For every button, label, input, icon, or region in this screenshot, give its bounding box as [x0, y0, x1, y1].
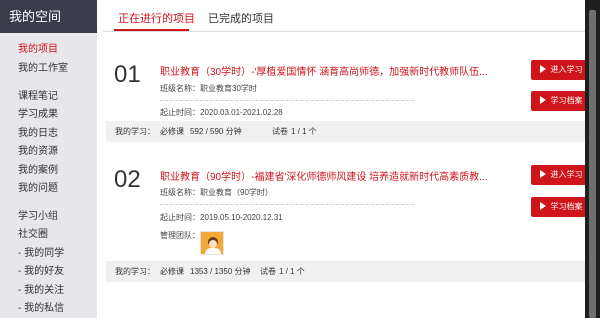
enter-study-button[interactable]: 进入学习: [531, 165, 591, 185]
sidebar-item-learning-results[interactable]: 学习成果: [18, 109, 58, 121]
project-number: 01: [114, 61, 141, 88]
play-icon: [539, 169, 546, 178]
sidebar-item-my-projects[interactable]: 我的项目: [18, 44, 58, 56]
enter-study-button[interactable]: 进入学习: [531, 60, 591, 80]
class-name: 班级名称：职业教育（90学时）: [160, 188, 273, 197]
enter-study-label: 进入学习: [550, 170, 583, 179]
exam-value: 1 / 1 个: [279, 267, 305, 276]
project-title-link[interactable]: 职业教育（90学时）-福建省'深化师德师风建设 培养造就新时代高素质教...: [160, 168, 490, 183]
sidebar-title: 我的空间: [0, 0, 97, 33]
play-icon: [539, 95, 546, 104]
enter-study-label: 进入学习: [550, 65, 583, 74]
required-label: 必修课: [160, 127, 184, 136]
study-archive-label: 学习档案: [550, 202, 583, 211]
scrollbar-thumb[interactable]: [589, 10, 596, 318]
team-label: 管理团队：: [160, 231, 200, 240]
required-value: 1353 / 1350 分钟: [190, 267, 251, 276]
sidebar: 我的空间 我的项目 我的工作室 课程笔记 学习成果 我的日志 我的资源 我的案例…: [0, 0, 97, 318]
project-period: 起止时间：2020.03.01-2021.02.28: [160, 108, 283, 117]
tab-divider: [103, 31, 585, 32]
sidebar-item-my-messages[interactable]: - 我的私信: [18, 303, 64, 315]
sidebar-item-my-classmates[interactable]: - 我的同学: [18, 248, 64, 260]
sidebar-item-social-circle[interactable]: 社交圈: [18, 229, 48, 241]
sidebar-item-my-questions[interactable]: 我的问题: [18, 183, 58, 195]
sidebar-item-my-follows[interactable]: - 我的关注: [18, 285, 64, 297]
study-archive-button[interactable]: 学习档案: [531, 197, 591, 217]
project-number: 02: [114, 166, 141, 193]
sidebar-item-study-group[interactable]: 学习小组: [18, 211, 58, 223]
my-study-label: 我的学习：: [115, 267, 155, 276]
study-progress-bar: 我的学习： 必修课 1353 / 1350 分钟 试卷 1 / 1 个: [106, 261, 585, 282]
exam-label: 试卷: [272, 127, 288, 136]
page-scrollbar[interactable]: [585, 0, 600, 318]
class-name: 班级名称：职业教育30学时: [160, 84, 257, 93]
dashed-divider: [160, 100, 414, 101]
sidebar-item-my-journal[interactable]: 我的日志: [18, 128, 58, 140]
play-icon: [539, 201, 546, 210]
project-period: 起止时间：2019.05.10-2020.12.31: [160, 213, 283, 222]
exam-value: 1 / 1 个: [291, 127, 317, 136]
sidebar-item-course-notes[interactable]: 课程笔记: [18, 91, 58, 103]
project-card: 01 职业教育（30学时）-'厚植爱国情怀 涵育高尚师德，加强新时代教师队伍..…: [106, 52, 591, 146]
sidebar-item-my-studio[interactable]: 我的工作室: [18, 63, 68, 75]
tab-completed[interactable]: 已完成的项目: [208, 12, 274, 26]
avatar-icon[interactable]: [200, 231, 224, 255]
required-value: 592 / 590 分钟: [190, 127, 242, 136]
play-icon: [539, 64, 546, 73]
sidebar-item-my-cases[interactable]: 我的案例: [18, 165, 58, 177]
sidebar-item-my-resources[interactable]: 我的资源: [18, 146, 58, 158]
project-title-link[interactable]: 职业教育（30学时）-'厚植爱国情怀 涵育高尚师德，加强新时代教师队伍...: [160, 63, 490, 78]
study-archive-button[interactable]: 学习档案: [531, 91, 591, 111]
project-card: 02 职业教育（90学时）-福建省'深化师德师风建设 培养造就新时代高素质教..…: [106, 156, 591, 282]
sidebar-item-my-friends[interactable]: - 我的好友: [18, 266, 64, 278]
dashed-divider: [160, 204, 414, 205]
study-archive-label: 学习档案: [550, 96, 583, 105]
my-study-label: 我的学习：: [115, 127, 155, 136]
exam-label: 试卷: [260, 267, 276, 276]
study-progress-bar: 我的学习： 必修课 592 / 590 分钟 试卷 1 / 1 个: [106, 121, 585, 142]
tab-in-progress[interactable]: 正在进行的项目: [118, 12, 195, 26]
required-label: 必修课: [160, 267, 184, 276]
